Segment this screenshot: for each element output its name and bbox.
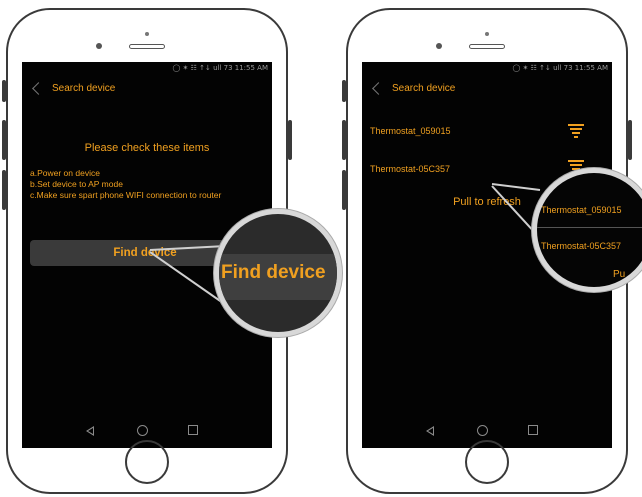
magnifier-find-device: Find device (214, 209, 342, 337)
magnified-pull-partial: Pu (613, 269, 626, 280)
magnified-divider (537, 227, 642, 228)
magnified-device-1: Thermostat_059015 (541, 205, 622, 215)
magnified-device-2: Thermostat-05C357 (541, 241, 622, 251)
magnified-find-device-label: Find device (221, 262, 326, 283)
